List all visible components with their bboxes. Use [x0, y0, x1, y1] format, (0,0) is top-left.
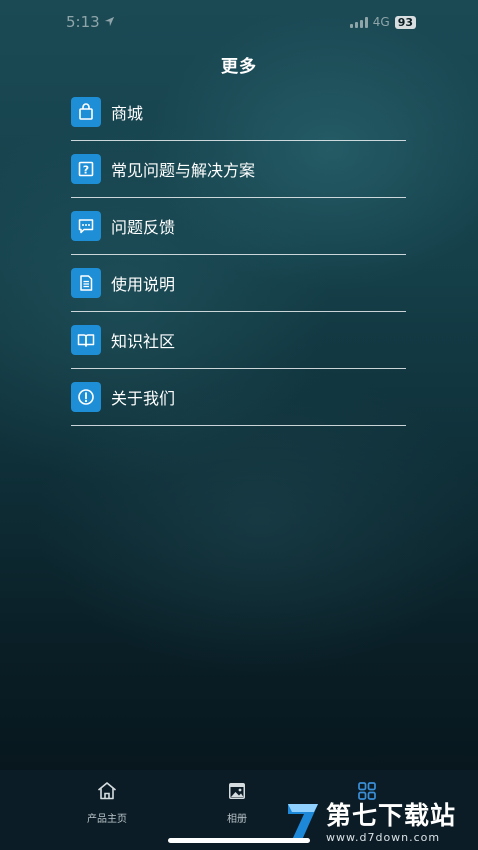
status-indicators: 4G 93	[349, 15, 416, 29]
battery-icon: 93	[394, 15, 416, 29]
info-icon	[71, 382, 101, 412]
tab-label: 相册	[227, 814, 247, 825]
menu-item-label: 使用说明	[111, 275, 176, 294]
menu-item-manual[interactable]: 使用说明	[71, 255, 406, 312]
signal-icon	[349, 16, 368, 28]
watermark-text: 第七下载站 www.d7down.com	[326, 801, 456, 844]
question-icon: ?	[71, 154, 101, 184]
location-arrow-icon	[104, 13, 115, 31]
home-icon	[95, 779, 119, 807]
menu-item-about[interactable]: 关于我们	[71, 369, 406, 426]
chat-icon	[71, 211, 101, 241]
shopping-bag-icon	[71, 97, 101, 127]
status-time: 5:13	[66, 13, 100, 31]
tab-label: 产品主页	[87, 814, 127, 825]
watermark-title: 第七下载站	[326, 800, 457, 830]
network-type: 4G	[372, 15, 390, 29]
menu-item-faq[interactable]: ? 常见问题与解决方案	[71, 141, 406, 198]
menu-item-label: 常见问题与解决方案	[111, 161, 256, 180]
tab-home[interactable]: 产品主页	[42, 770, 172, 850]
status-bar: 5:13 4G 93	[0, 0, 478, 44]
svg-text:?: ?	[83, 164, 89, 177]
menu-item-community[interactable]: 知识社区	[71, 312, 406, 369]
menu-item-label: 商城	[111, 104, 144, 123]
menu-item-label: 关于我们	[111, 389, 176, 408]
document-icon	[71, 268, 101, 298]
menu-item-feedback[interactable]: 问题反馈	[71, 198, 406, 255]
status-time-group: 5:13	[66, 13, 115, 31]
book-icon	[71, 325, 101, 355]
watermark: 第七下载站 www.d7down.com	[284, 800, 456, 844]
photo-icon	[225, 779, 249, 807]
home-indicator	[168, 838, 310, 843]
page-title: 更多	[221, 57, 257, 77]
menu-item-label: 问题反馈	[111, 218, 176, 237]
more-menu: 商城 ? 常见问题与解决方案 问题反馈 使用说明 知识社区 关于我们	[71, 84, 406, 426]
menu-item-store[interactable]: 商城	[71, 84, 406, 141]
menu-item-label: 知识社区	[111, 332, 176, 351]
watermark-url: www.d7down.com	[326, 830, 441, 844]
